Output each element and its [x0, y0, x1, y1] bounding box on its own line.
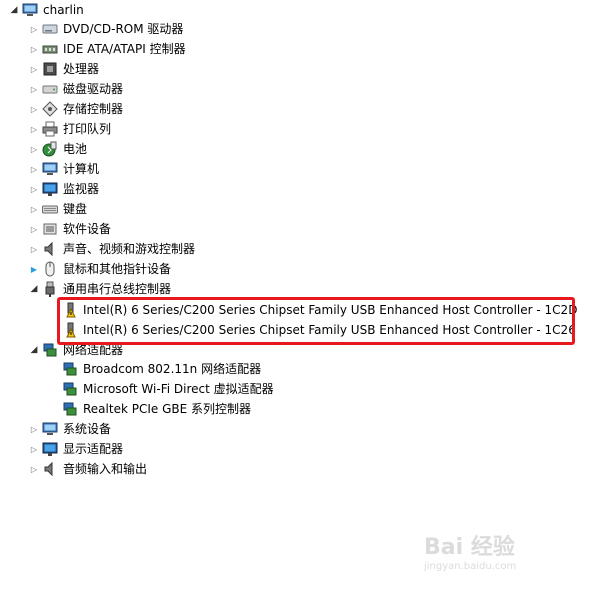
tree-item-display-adapters[interactable]: ▷ 显示适配器	[28, 439, 123, 459]
expand-arrow-icon[interactable]: ▷	[28, 219, 40, 239]
tree-item-print-queue[interactable]: ▷ 打印队列	[28, 119, 111, 139]
system-device-icon	[42, 421, 58, 437]
tree-item-keyboard[interactable]: ▷ 键盘	[28, 199, 87, 219]
expand-arrow-icon[interactable]: ▷	[28, 39, 40, 59]
tree-item-label: 处理器	[63, 62, 100, 76]
tree-item-label: 通用串行总线控制器	[63, 282, 172, 296]
tree-item-label: DVD/CD-ROM 驱动器	[63, 22, 184, 36]
expand-arrow-icon[interactable]: ▷	[28, 119, 40, 139]
tree-item-battery[interactable]: ▷ 电池	[28, 139, 87, 159]
expand-arrow-icon[interactable]: ▷	[28, 19, 40, 39]
watermark-url: jingyan.baidu.com	[424, 561, 517, 572]
tree-item-network-child[interactable]: Microsoft Wi-Fi Direct 虚拟适配器	[62, 379, 274, 399]
display-adapter-icon	[42, 441, 58, 457]
battery-icon	[42, 141, 58, 157]
expand-arrow-icon[interactable]: ▷	[28, 419, 40, 439]
expand-arrow-icon[interactable]: ▷	[28, 239, 40, 259]
tree-item-computer[interactable]: ▷ 计算机	[28, 159, 99, 179]
tree-item-label: 电池	[63, 142, 88, 156]
tree-item-mouse[interactable]: ▶ 鼠标和其他指针设备	[28, 259, 171, 279]
keyboard-icon	[42, 201, 58, 217]
expand-arrow-icon[interactable]: ▷	[28, 59, 40, 79]
expand-arrow-icon[interactable]: ▷	[28, 439, 40, 459]
audio-io-icon	[42, 461, 58, 477]
collapse-arrow-icon[interactable]: ◢	[28, 340, 40, 360]
tree-item-label: 键盘	[63, 202, 88, 216]
computer-icon	[42, 161, 58, 177]
tree-item-sound[interactable]: ▷ 声音、视频和游戏控制器	[28, 239, 195, 259]
tree-item-label: 显示适配器	[63, 442, 124, 456]
tree-item-disk[interactable]: ▷ 磁盘驱动器	[28, 79, 123, 99]
network-adapter-icon	[42, 342, 58, 358]
dvd-drive-icon	[42, 21, 58, 37]
expand-arrow-icon[interactable]: ▷	[28, 199, 40, 219]
watermark-brand: Bai 经验	[424, 535, 515, 560]
tree-item-label: 软件设备	[63, 222, 112, 236]
expand-arrow-icon[interactable]: ▷	[28, 459, 40, 479]
tree-item-dvd[interactable]: ▷ DVD/CD-ROM 驱动器	[28, 19, 184, 39]
tree-item-label: 打印队列	[63, 122, 112, 136]
processor-icon	[42, 61, 58, 77]
tree-item-label: IDE ATA/ATAPI 控制器	[63, 42, 186, 56]
network-adapter-icon	[62, 401, 78, 417]
mouse-icon	[42, 261, 58, 277]
network-adapter-icon	[62, 361, 78, 377]
expand-arrow-icon[interactable]: ▶	[28, 259, 40, 279]
tree-item-label: 计算机	[63, 162, 100, 176]
usb-plug-icon	[42, 281, 58, 297]
software-device-icon	[42, 221, 58, 237]
tree-root-label: charlin	[43, 3, 84, 17]
collapse-arrow-icon[interactable]: ◢	[8, 0, 20, 20]
tree-item-system-devices[interactable]: ▷ 系统设备	[28, 419, 111, 439]
expand-arrow-icon[interactable]: ▷	[28, 179, 40, 199]
tree-item-label: 存储控制器	[63, 102, 124, 116]
tree-item-label: Realtek PCIe GBE 系列控制器	[83, 402, 252, 416]
tree-item-label: Microsoft Wi-Fi Direct 虚拟适配器	[83, 382, 274, 396]
monitor-icon	[42, 181, 58, 197]
tree-item-network-child[interactable]: Realtek PCIe GBE 系列控制器	[62, 399, 251, 419]
collapse-arrow-icon[interactable]: ◢	[28, 279, 40, 299]
ide-controller-icon	[42, 41, 58, 57]
speaker-icon	[42, 241, 58, 257]
computer-icon	[22, 2, 38, 18]
highlight-box	[57, 297, 575, 345]
tree-item-network-child[interactable]: Broadcom 802.11n 网络适配器	[62, 359, 261, 379]
expand-arrow-icon[interactable]: ▷	[28, 99, 40, 119]
tree-item-label: Broadcom 802.11n 网络适配器	[83, 362, 262, 376]
storage-controller-icon	[42, 101, 58, 117]
tree-item-audio-io[interactable]: ▷ 音频输入和输出	[28, 459, 147, 479]
tree-item-usb-controllers[interactable]: ◢ 通用串行总线控制器	[28, 279, 171, 299]
expand-arrow-icon[interactable]: ▷	[28, 139, 40, 159]
tree-item-label: 声音、视频和游戏控制器	[63, 242, 196, 256]
tree-item-monitor[interactable]: ▷ 监视器	[28, 179, 99, 199]
tree-item-label: 鼠标和其他指针设备	[63, 262, 172, 276]
tree-item-ide[interactable]: ▷ IDE ATA/ATAPI 控制器	[28, 39, 186, 59]
tree-root[interactable]: ◢ charlin	[8, 0, 84, 20]
disk-drive-icon	[42, 81, 58, 97]
tree-item-storage[interactable]: ▷ 存储控制器	[28, 99, 123, 119]
watermark: Bai 经验 jingyan.baidu.com	[424, 529, 574, 579]
expand-arrow-icon[interactable]: ▷	[28, 79, 40, 99]
tree-item-label: 监视器	[63, 182, 100, 196]
tree-item-label: 磁盘驱动器	[63, 82, 124, 96]
tree-item-label: 系统设备	[63, 422, 112, 436]
printer-icon	[42, 121, 58, 137]
tree-item-software-device[interactable]: ▷ 软件设备	[28, 219, 111, 239]
expand-arrow-icon[interactable]: ▷	[28, 159, 40, 179]
network-adapter-icon	[62, 381, 78, 397]
tree-item-label: 音频输入和输出	[63, 462, 148, 476]
tree-item-processor[interactable]: ▷ 处理器	[28, 59, 99, 79]
